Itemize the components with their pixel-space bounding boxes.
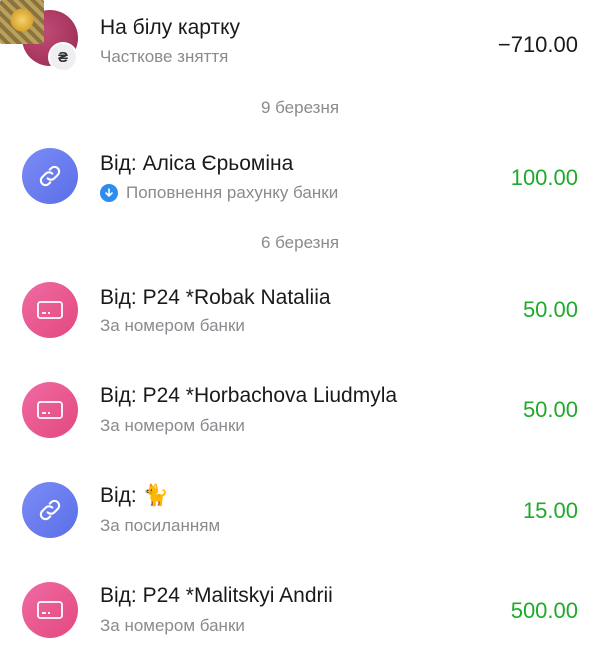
transaction-subtitle: Поповнення рахунку банки [100, 183, 338, 203]
transaction-title-prefix: Від: [100, 484, 143, 507]
transaction-amount: 100.00 [510, 165, 578, 190]
cat-emoji-icon: 🐈 [142, 484, 169, 507]
transaction-title: Від: P24 *Horbachova Liudmyla [100, 384, 398, 407]
date-header: 6 березня [260, 233, 340, 252]
transaction-title: Від: 🐈 [100, 484, 169, 508]
transaction-subtitle: За номером банки [100, 316, 245, 336]
avatar [22, 382, 78, 438]
avatar [22, 482, 78, 538]
transaction-subtitle-text: За номером банки [100, 616, 245, 635]
transaction-subtitle-text: За номером банки [100, 416, 245, 435]
transaction-subtitle: Часткове зняття [100, 47, 228, 67]
card-icon [37, 301, 63, 319]
card-icon [37, 401, 63, 419]
transaction-subtitle: За номером банки [100, 416, 245, 436]
transaction-subtitle: За посиланням [100, 516, 220, 536]
transaction-row[interactable]: Від: P24 *Horbachova Liudmyla За номером… [0, 370, 600, 450]
transaction-title: Від: P24 *Malitskyi Andrii [100, 584, 333, 607]
transaction-row[interactable]: Від: 🐈 За посиланням 15.00 [0, 470, 600, 550]
transaction-subtitle-text: Поповнення рахунку банки [126, 183, 339, 202]
transaction-subtitle-text: За посиланням [100, 516, 221, 535]
card-icon [37, 601, 63, 619]
transaction-subtitle: За номером банки [100, 616, 245, 636]
transaction-title: На білу картку [100, 16, 241, 39]
avatar [22, 282, 78, 338]
transaction-row[interactable]: ₴ На білу картку Часткове зняття −710.00 [0, 0, 600, 80]
transaction-row[interactable]: Від: P24 *Robak Nataliia За номером банк… [0, 270, 600, 350]
transaction-amount: 15.00 [522, 498, 578, 523]
transaction-subtitle-text: Часткове зняття [100, 47, 229, 66]
link-icon [39, 499, 61, 521]
avatar [22, 148, 78, 204]
transaction-row[interactable]: Від: P24 *Malitskyi Andrii За номером ба… [0, 570, 600, 650]
link-icon [39, 165, 61, 187]
hryvnia-icon: ₴ [50, 44, 76, 70]
transaction-title: Від: Аліса Єрьоміна [100, 152, 294, 175]
transaction-title: Від: P24 *Robak Nataliia [100, 286, 331, 309]
transaction-amount: −710.00 [497, 32, 578, 57]
transaction-amount: 50.00 [522, 397, 578, 422]
profile-photo-icon [0, 0, 44, 44]
avatar [22, 582, 78, 638]
arrow-down-circle-icon [100, 184, 118, 202]
transaction-amount: 500.00 [510, 598, 578, 623]
transaction-subtitle-text: За номером банки [100, 316, 245, 335]
transaction-amount: 50.00 [522, 297, 578, 322]
date-header: 9 березня [260, 98, 340, 117]
transaction-row[interactable]: Від: Аліса Єрьоміна Поповнення рахунку б… [0, 136, 600, 216]
